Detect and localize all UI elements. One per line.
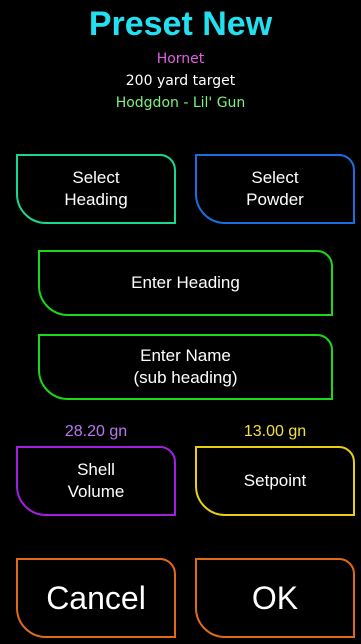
enter-heading-button[interactable]: Enter Heading bbox=[38, 250, 333, 316]
enter-name-label: Enter Name (sub heading) bbox=[133, 346, 238, 387]
shell-volume-value: 28.20 gn bbox=[64, 423, 128, 440]
shell-volume-label: Shell Volume bbox=[67, 460, 125, 501]
target-label: 200 yard target bbox=[125, 73, 236, 89]
cartridge-label: Hornet bbox=[156, 51, 205, 67]
ok-label: OK bbox=[251, 580, 299, 616]
enter-heading-label: Enter Heading bbox=[131, 273, 240, 292]
select-heading-button[interactable]: Select Heading bbox=[16, 154, 176, 224]
setpoint-label: Setpoint bbox=[243, 471, 307, 490]
shell-volume-button[interactable]: Shell Volume bbox=[16, 446, 176, 516]
select-heading-label: Select Heading bbox=[64, 168, 128, 209]
setpoint-button[interactable]: Setpoint bbox=[195, 446, 355, 516]
cancel-button[interactable]: Cancel bbox=[16, 558, 176, 638]
setpoint-value: 13.00 gn bbox=[243, 423, 307, 440]
powder-label: Hodgdon - Lil' Gun bbox=[115, 95, 246, 111]
enter-name-button[interactable]: Enter Name (sub heading) bbox=[38, 334, 333, 400]
ok-button[interactable]: OK bbox=[195, 558, 355, 638]
select-powder-button[interactable]: Select Powder bbox=[195, 154, 355, 224]
select-powder-label: Select Powder bbox=[246, 168, 304, 209]
cancel-label: Cancel bbox=[46, 580, 146, 616]
page-title: Preset New bbox=[88, 5, 273, 43]
